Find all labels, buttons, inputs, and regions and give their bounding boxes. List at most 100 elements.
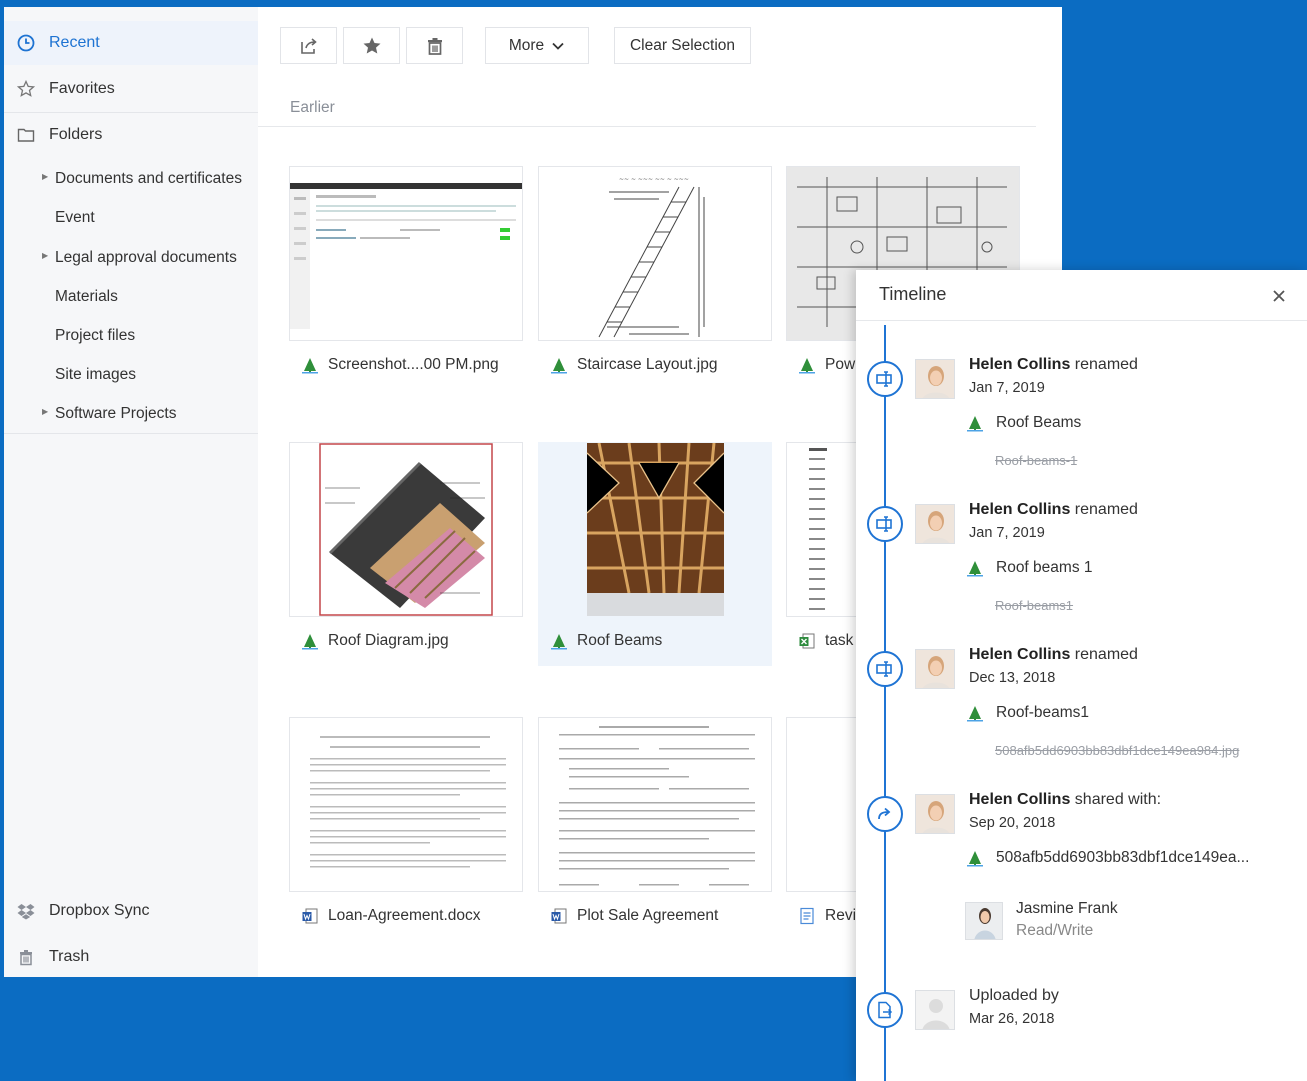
nav-folders[interactable]: Folders xyxy=(4,113,258,157)
event-user[interactable]: Helen Collins xyxy=(969,501,1070,518)
nav-favorites[interactable]: Favorites xyxy=(4,67,258,111)
file-card[interactable]: Roof Diagram.jpg xyxy=(289,442,523,666)
file-card[interactable]: Loan-Agreement.docx xyxy=(289,717,523,941)
file-card-selected[interactable]: Roof Beams xyxy=(538,442,772,666)
delete-button[interactable] xyxy=(406,27,463,64)
timeline-line xyxy=(884,325,886,1081)
file-name: Plot Sale Agreement xyxy=(577,907,719,924)
nav-trash[interactable]: Trash xyxy=(4,935,258,979)
event-file[interactable]: Roof beams 1 xyxy=(966,559,1093,577)
event-action: renamed xyxy=(1070,646,1138,663)
chevron-right-icon[interactable]: ▶ xyxy=(42,172,48,181)
timeline-title: Timeline xyxy=(879,284,947,304)
image-file-icon xyxy=(799,358,815,374)
file-name-row: Plot Sale Agreement xyxy=(550,905,772,927)
folder-label: Event xyxy=(55,209,95,226)
file-name-row: Staircase Layout.jpg xyxy=(550,354,772,376)
star-icon xyxy=(17,80,35,97)
word-file-icon xyxy=(551,908,567,924)
file-name: Screenshot....00 PM.png xyxy=(328,356,499,373)
nav-recent[interactable]: Recent xyxy=(4,21,258,65)
clear-selection-button[interactable]: Clear Selection xyxy=(614,27,751,64)
rename-event-node xyxy=(867,506,903,542)
roof-beams-photo-preview xyxy=(586,443,725,616)
file-card[interactable]: Screenshot....00 PM.png xyxy=(289,166,523,390)
event-old-name: 508afb5dd6903bb83dbf1dce149ea984.jpg xyxy=(995,743,1240,758)
favorite-button[interactable] xyxy=(343,27,400,64)
folder-materials[interactable]: Materials xyxy=(4,278,258,316)
file-name-row: Loan-Agreement.docx xyxy=(301,905,523,927)
event-file-name: Roof-beams1 xyxy=(996,704,1090,721)
folder-event[interactable]: Event xyxy=(4,199,258,237)
star-icon xyxy=(363,37,380,53)
folder-project-files[interactable]: Project files xyxy=(4,317,258,355)
event-action: renamed xyxy=(1070,501,1138,518)
file-card[interactable]: ~~ ~ ~~~ ~~ ~ ~~~ Staircase Layout.jpg xyxy=(538,166,772,390)
file-card[interactable]: Plot Sale Agreement xyxy=(538,717,772,941)
event-user[interactable]: Helen Collins xyxy=(969,646,1070,663)
folder-site-images[interactable]: Site images xyxy=(4,356,258,394)
folder-software-projects[interactable]: ▶ Software Projects xyxy=(4,395,258,433)
folder-legal-approval-documents[interactable]: ▶ Legal approval documents xyxy=(4,239,258,277)
nav-dropbox-sync[interactable]: Dropbox Sync xyxy=(4,889,258,933)
share-icon xyxy=(300,37,317,54)
dropbox-icon xyxy=(17,904,35,920)
event-file[interactable]: Roof Beams xyxy=(966,414,1081,432)
upload-event-node xyxy=(867,992,903,1028)
chevron-right-icon[interactable]: ▶ xyxy=(42,251,48,260)
event-headline: Helen Collins renamed xyxy=(969,501,1138,519)
image-file-icon xyxy=(302,634,318,650)
staircase-drawing-preview: ~~ ~ ~~~ ~~ ~ ~~~ xyxy=(598,176,705,338)
rename-icon xyxy=(876,371,892,387)
clear-selection-label: Clear Selection xyxy=(629,36,736,54)
folder-label: Site images xyxy=(55,366,136,383)
event-old-name: Roof-beams1 xyxy=(995,598,1074,613)
event-action: Uploaded by xyxy=(969,987,1059,1004)
avatar xyxy=(915,794,955,834)
nav-favorites-label: Favorites xyxy=(49,80,115,97)
folder-documents-and-certificates[interactable]: ▶ Documents and certificates xyxy=(4,160,258,198)
event-headline: Uploaded by xyxy=(969,987,1059,1005)
rename-event-node xyxy=(867,651,903,687)
avatar xyxy=(915,504,955,544)
file-thumbnail xyxy=(289,166,523,341)
file-name: Loan-Agreement.docx xyxy=(328,907,481,924)
event-old-name: Roof-beams-1 xyxy=(995,453,1078,468)
share-arrow-icon xyxy=(878,807,891,820)
folder-label: Software Projects xyxy=(55,405,177,422)
nav-recent-label: Recent xyxy=(49,34,100,51)
event-action: shared with: xyxy=(1070,791,1162,808)
event-headline: Helen Collins renamed xyxy=(969,356,1138,374)
event-file[interactable]: Roof-beams1 xyxy=(966,704,1089,722)
file-name: Staircase Layout.jpg xyxy=(577,356,718,373)
sidebar-divider xyxy=(4,433,258,434)
svg-text:~~ ~ ~~~ ~~ ~ ~~~: ~~ ~ ~~~ ~~ ~ ~~~ xyxy=(619,176,689,183)
chevron-right-icon[interactable]: ▶ xyxy=(42,407,48,416)
timeline-panel: Timeline Helen Collins renamed Jan 7, 20… xyxy=(856,270,1307,1081)
file-name-row: Screenshot....00 PM.png xyxy=(301,354,523,376)
file-name-row: Roof Beams xyxy=(550,630,772,652)
close-icon[interactable] xyxy=(1269,286,1289,306)
file-name: Roof Diagram.jpg xyxy=(328,632,449,649)
image-file-icon xyxy=(967,706,983,722)
file-name: task xyxy=(825,632,854,649)
event-date: Mar 26, 2018 xyxy=(969,1011,1055,1027)
more-dropdown-button[interactable]: More xyxy=(485,27,589,64)
folder-label: Project files xyxy=(55,327,136,344)
event-file[interactable]: 508afb5dd6903bb83dbf1dce149ea... xyxy=(966,849,1249,867)
shared-permission: Read/Write xyxy=(1016,922,1094,939)
section-label-earlier: Earlier xyxy=(290,99,335,116)
event-date: Jan 7, 2019 xyxy=(969,380,1045,396)
file-name: Roof Beams xyxy=(577,632,663,649)
rename-icon xyxy=(876,516,892,532)
event-user[interactable]: Helen Collins xyxy=(969,356,1070,373)
rename-icon xyxy=(876,661,892,677)
folder-icon xyxy=(17,128,35,142)
roof-diagram-preview xyxy=(319,443,493,616)
event-file-name: 508afb5dd6903bb83dbf1dce149ea... xyxy=(996,849,1250,866)
file-name: Revi xyxy=(825,907,857,924)
event-user[interactable]: Helen Collins xyxy=(969,791,1070,808)
share-button[interactable] xyxy=(280,27,337,64)
file-thumbnail xyxy=(538,442,772,617)
event-date: Sep 20, 2018 xyxy=(969,815,1056,831)
